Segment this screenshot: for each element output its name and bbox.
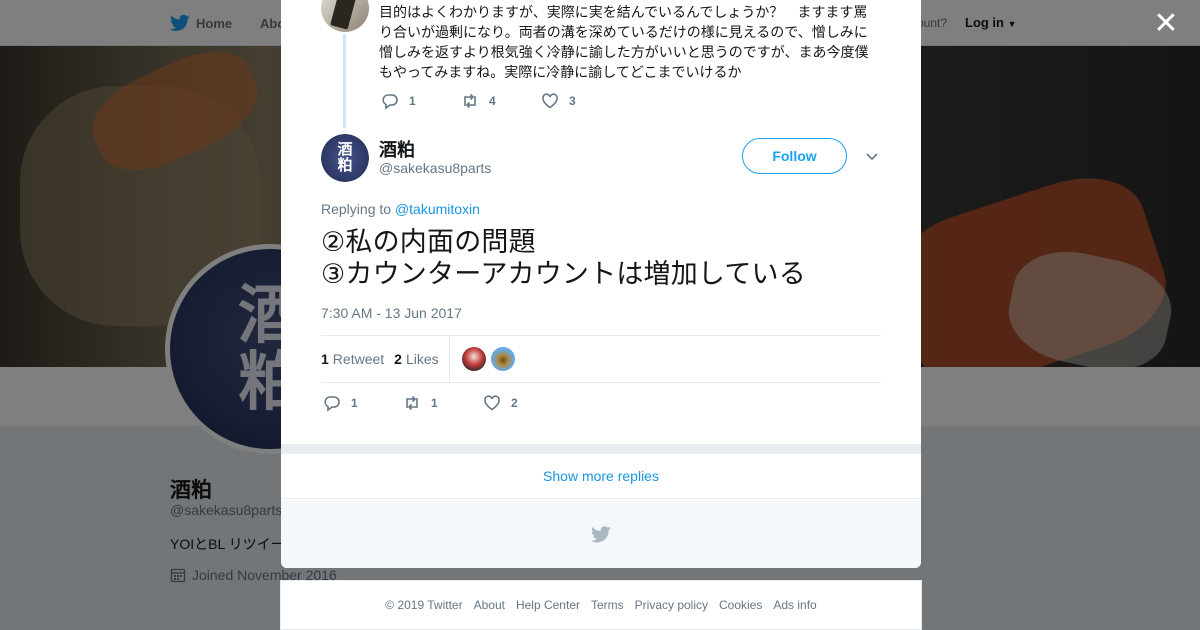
footer-link-about[interactable]: About (474, 598, 505, 612)
tweet-text-line-2: ③カウンターアカウントは増加している (321, 259, 806, 289)
previous-tweet-text: 目的はよくわかりますが、実際に実を結んでいるんでしょうか？ ますます罵り合いが過… (379, 4, 869, 80)
reply-icon (382, 94, 398, 110)
liker-avatar[interactable] (461, 347, 486, 371)
tweet-author-avatar[interactable]: 酒 粕 (321, 134, 369, 182)
reply-icon (324, 396, 340, 412)
retweet-stat-count: 1 (321, 351, 329, 367)
retweet-icon (464, 93, 476, 109)
show-more-replies-button[interactable]: Show more replies (281, 454, 921, 499)
modal-footer (281, 500, 921, 568)
footer-link-cookies[interactable]: Cookies (719, 598, 762, 612)
footer-link-privacy[interactable]: Privacy policy (635, 598, 708, 612)
like-icon (484, 395, 500, 411)
tweet-actions: 1 1 2 (323, 394, 563, 412)
site-footer: © 2019 Twitter About Help Center Terms P… (280, 580, 922, 630)
footer-link-terms[interactable]: Terms (591, 598, 624, 612)
liker-avatar[interactable] (490, 347, 515, 371)
retweet-button[interactable]: 4 (461, 92, 541, 110)
like-button[interactable]: 2 (483, 394, 563, 412)
retweet-count: 4 (489, 94, 496, 108)
tweet-author-handle[interactable]: @sakekasu8parts (379, 160, 491, 176)
likes-stat[interactable]: 2 Likes (394, 351, 438, 367)
reply-button[interactable]: 1 (381, 92, 461, 110)
tweet-stats: 1 Retweet 2 Likes (321, 335, 881, 383)
footer-copyright: © 2019 Twitter (385, 598, 463, 612)
like-count: 2 (511, 396, 518, 410)
liker-avatars (461, 347, 515, 371)
previous-tweet-actions: 1 4 3 (381, 92, 621, 110)
retweet-button[interactable]: 1 (403, 394, 483, 412)
chevron-down-icon[interactable] (864, 148, 880, 164)
follow-button[interactable]: Follow (742, 138, 847, 174)
retweet-count: 1 (431, 396, 438, 410)
replies-divider (281, 444, 921, 454)
reply-button[interactable]: 1 (323, 394, 403, 412)
author-avatar-glyph-2: 粕 (337, 156, 353, 174)
replying-prefix: Replying to (321, 201, 392, 217)
retweet-stat-label: Retweet (332, 351, 385, 367)
tweet-text-line-1: ②私の内面の問題 (321, 227, 536, 257)
retweet-stat[interactable]: 1 Retweet (321, 351, 384, 367)
tweet-permalink-modal: 目的はよくわかりますが、実際に実を結んでいるんでしょうか？ ますます罵り合いが過… (281, 0, 921, 568)
footer-link-help-center[interactable]: Help Center (516, 598, 580, 612)
like-count: 3 (569, 94, 576, 108)
reply-count: 1 (409, 94, 416, 108)
like-icon (542, 93, 558, 109)
stats-divider (448, 335, 450, 383)
tweet-text: ②私の内面の問題 ③カウンターアカウントは増加している (321, 226, 806, 290)
replying-to: Replying to @takumitoxin (321, 201, 480, 217)
close-icon[interactable]: ✕ (1150, 8, 1182, 40)
conversation-thread-line (343, 34, 346, 128)
replying-to-link[interactable]: @takumitoxin (395, 201, 480, 217)
likes-stat-count: 2 (394, 351, 402, 367)
like-button[interactable]: 3 (541, 92, 621, 110)
tweet-timestamp[interactable]: 7:30 AM - 13 Jun 2017 (321, 305, 462, 321)
retweet-icon (406, 395, 418, 411)
likes-stat-label: Likes (405, 351, 439, 367)
tweet-author-name[interactable]: 酒粕 (379, 136, 415, 162)
reply-count: 1 (351, 396, 358, 410)
previous-tweet-avatar[interactable] (321, 0, 369, 32)
footer-link-ads-info[interactable]: Ads info (773, 598, 816, 612)
twitter-bird-icon (591, 525, 611, 542)
